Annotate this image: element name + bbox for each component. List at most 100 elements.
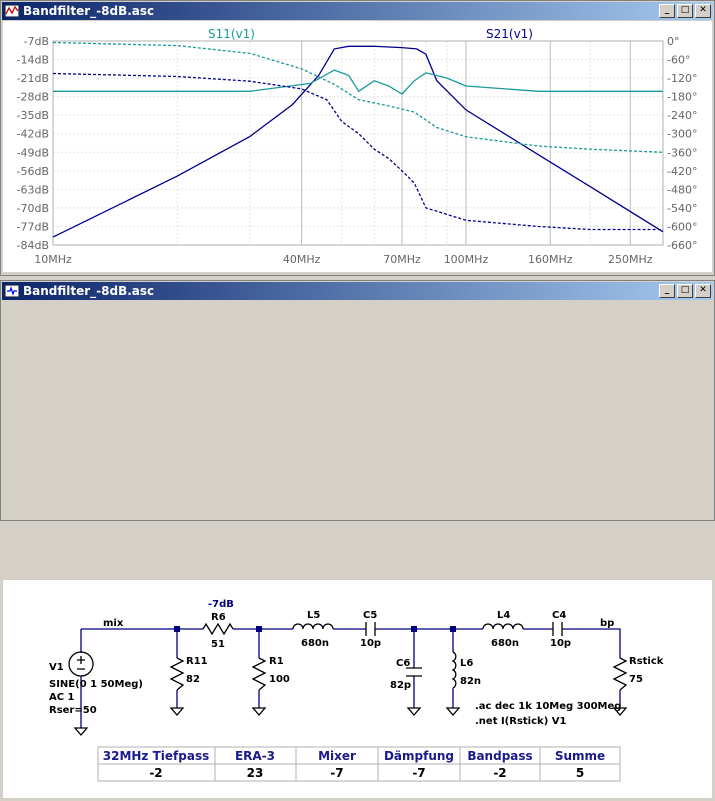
schematic-window: Bandfilter_-8dB.asc _ □ ✕ mix bp -7dB R6… — [0, 280, 715, 798]
x-tick: 70MHz — [383, 253, 421, 266]
l4-name[interactable]: L4 — [497, 610, 510, 621]
c6-value[interactable]: 82p — [390, 680, 411, 691]
schematic[interactable]: mix bp -7dB R6 51 R11 82 R1 100 L5 680n … — [3, 580, 712, 798]
x-tick: 10MHz — [34, 253, 72, 266]
c4-value[interactable]: 10p — [550, 638, 571, 649]
y-right-tick-labels: 0° -60° -120° -180° -240° -300° -360° -420° -480… — [667, 35, 697, 252]
resistor-rstick — [612, 657, 628, 691]
r6-value[interactable]: 51 — [211, 639, 225, 650]
schematic-titlebar[interactable]: Bandfilter_-8dB.asc _ □ ✕ — [2, 282, 713, 300]
table-header: Bandpass — [467, 749, 532, 763]
table-header: ERA-3 — [235, 749, 275, 763]
c4-name[interactable]: C4 — [552, 610, 566, 621]
minimize-button[interactable]: _ — [659, 284, 675, 298]
c5-value[interactable]: 10p — [360, 638, 381, 649]
table-cell: 5 — [576, 766, 584, 780]
r6-name[interactable]: R6 — [211, 612, 226, 623]
l6-value[interactable]: 82n — [460, 676, 481, 687]
close-button[interactable]: ✕ — [695, 284, 711, 298]
capacitor-c4 — [552, 622, 563, 636]
s11-magnitude-trace[interactable] — [53, 69, 663, 95]
close-button[interactable]: ✕ — [695, 4, 711, 18]
l5-name[interactable]: L5 — [307, 610, 320, 621]
c6-name[interactable]: C6 — [396, 658, 410, 669]
rstick-name[interactable]: Rstick — [629, 656, 664, 667]
x-tick-labels: 10MHz 40MHz 70MHz 100MHz 160MHz 250MHz — [34, 253, 653, 266]
y-right-tick: -540° — [667, 202, 697, 215]
v1-name[interactable]: V1 — [49, 662, 64, 673]
r1-name[interactable]: R1 — [269, 656, 284, 667]
x-tick: 40MHz — [283, 253, 321, 266]
inductor-l6 — [451, 651, 457, 689]
y-right-tick: -660° — [667, 239, 697, 252]
schematic-window-title: Bandfilter_-8dB.asc — [23, 284, 155, 298]
directive-net[interactable]: .net I(Rstick) V1 — [475, 716, 566, 727]
net-label-bp: bp — [600, 618, 614, 629]
y-right-tick: -600° — [667, 220, 697, 233]
wire-main — [81, 628, 621, 658]
s21-magnitude-trace[interactable] — [52, 45, 664, 238]
table-cell: -7 — [412, 766, 425, 780]
bode-plot[interactable]: -7dB -14dB -21dB -28dB -35dB -42dB -49dB -56dB -… — [3, 21, 712, 272]
y-left-tick: -42dB — [17, 128, 50, 141]
waveform-icon — [5, 5, 19, 17]
v1-ac[interactable]: AC 1 — [49, 692, 75, 703]
schematic-canvas[interactable]: mix bp -7dB R6 51 R11 82 R1 100 L5 680n … — [3, 580, 712, 798]
x-tick: 100MHz — [444, 253, 489, 266]
minimize-button[interactable]: _ — [659, 4, 675, 18]
y-right-tick: -300° — [667, 128, 697, 141]
plot-grid — [52, 40, 664, 246]
v1-rser[interactable]: Rser=50 — [49, 705, 97, 716]
ground-c6 — [406, 707, 422, 716]
x-tick: 160MHz — [528, 253, 573, 266]
table-cell: -2 — [149, 766, 162, 780]
x-tick: 250MHz — [608, 253, 653, 266]
l5-value[interactable]: 680n — [301, 638, 329, 649]
y-right-tick: -480° — [667, 183, 697, 196]
resistor-r1 — [251, 657, 267, 691]
plot-area[interactable]: -7dB -14dB -21dB -28dB -35dB -42dB -49dB -56dB -… — [3, 21, 712, 272]
trace-label-s11[interactable]: S11(v1) — [208, 27, 255, 41]
y-right-tick: -60° — [667, 54, 690, 67]
y-left-tick: -35dB — [17, 109, 50, 122]
plot-titlebar[interactable]: Bandfilter_-8dB.asc _ □ ✕ — [2, 2, 713, 20]
maximize-button[interactable]: □ — [677, 284, 693, 298]
s11-phase-trace[interactable] — [52, 41, 664, 153]
capacitor-c5 — [365, 622, 376, 636]
schematic-icon — [5, 285, 19, 297]
maximize-button[interactable]: □ — [677, 4, 693, 18]
y-left-tick: -28dB — [17, 91, 50, 104]
table-header: Dämpfung — [384, 749, 454, 763]
y-left-tick: -14dB — [17, 54, 50, 67]
l4-value[interactable]: 680n — [491, 638, 519, 649]
plot-window: Bandfilter_-8dB.asc _ □ ✕ -7dB -14dB -21dB… — [0, 0, 715, 276]
directive-ac[interactable]: .ac dec 1k 10Meg 300Meg — [475, 701, 621, 712]
y-left-tick: -63dB — [17, 183, 50, 196]
v1-function[interactable]: SINE(0 1 50Meg) — [49, 679, 143, 690]
y-right-tick: -240° — [667, 109, 697, 122]
l6-name[interactable]: L6 — [460, 658, 473, 669]
plot-window-title: Bandfilter_-8dB.asc — [23, 4, 155, 18]
y-right-tick: 0° — [667, 35, 680, 48]
inductor-l5 — [292, 623, 334, 630]
rstick-value[interactable]: 75 — [629, 674, 643, 685]
table-cell: -7 — [330, 766, 343, 780]
r1-value[interactable]: 100 — [269, 674, 290, 685]
y-right-tick: -180° — [667, 91, 697, 104]
y-right-tick: -420° — [667, 165, 697, 178]
resistor-r11 — [169, 657, 185, 691]
y-left-tick-labels: -7dB -14dB -21dB -28dB -35dB -42dB -49dB -56dB -… — [17, 35, 50, 252]
r6-annotation: -7dB — [208, 599, 234, 610]
y-left-tick: -21dB — [17, 72, 50, 85]
table-cell: -2 — [493, 766, 506, 780]
r11-name[interactable]: R11 — [186, 656, 208, 667]
resistor-r6 — [202, 622, 234, 636]
r11-value[interactable]: 82 — [186, 674, 200, 685]
y-right-tick: -360° — [667, 146, 697, 159]
net-label-mix: mix — [103, 618, 124, 629]
ground-r11 — [169, 707, 185, 716]
table-cell: 23 — [247, 766, 264, 780]
trace-label-s21[interactable]: S21(v1) — [486, 27, 533, 41]
y-left-tick: -7dB — [24, 35, 50, 48]
c5-name[interactable]: C5 — [363, 610, 377, 621]
